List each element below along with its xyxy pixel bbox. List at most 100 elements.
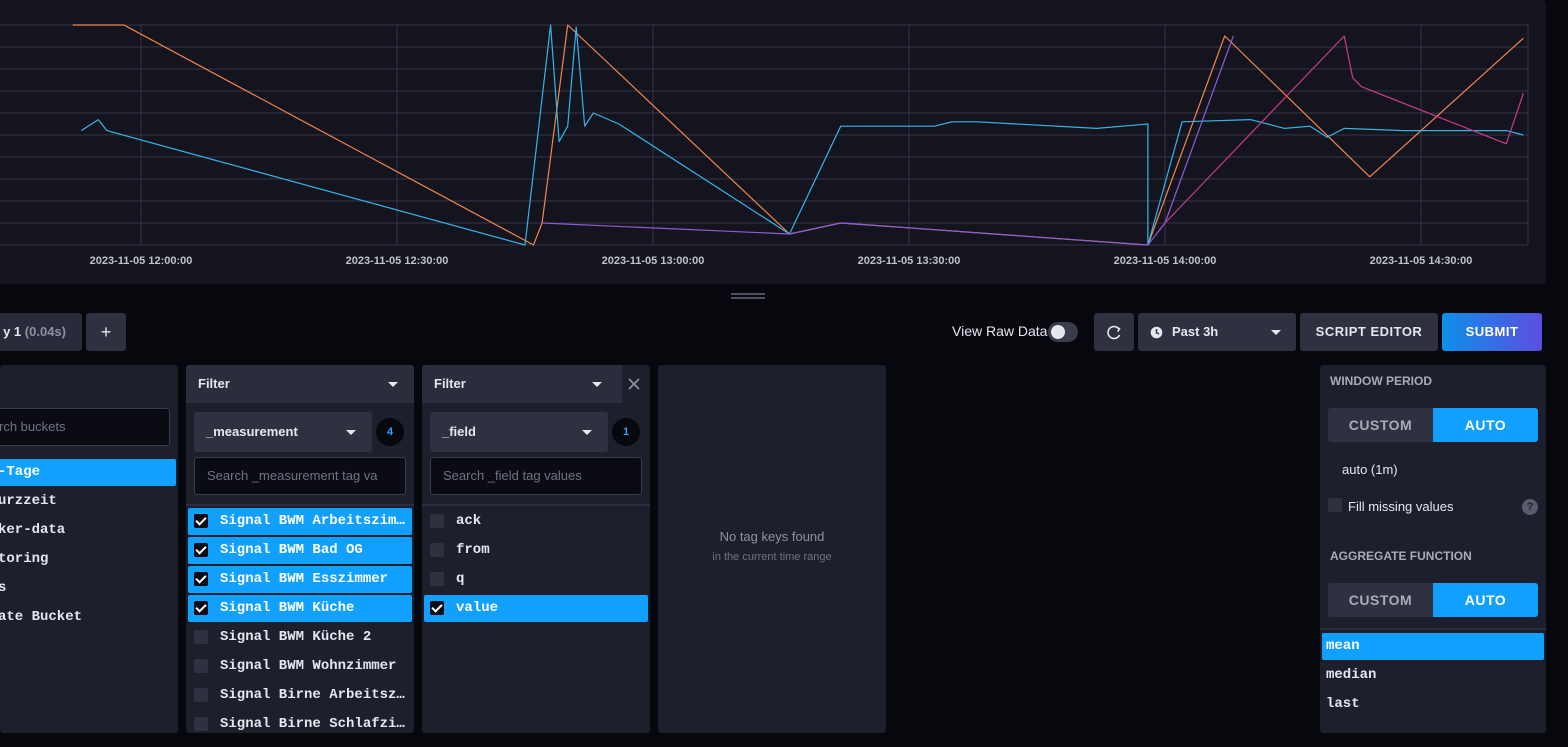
field-search-input[interactable]: Search _field tag values (430, 457, 642, 495)
measurement-key-dropdown[interactable]: _measurement (194, 412, 372, 452)
aggregate-function-title: AGGREGATE FUNCTION (1330, 549, 1472, 563)
measurement-key-label: _measurement (206, 424, 298, 439)
refresh-button[interactable] (1094, 313, 1134, 351)
close-icon[interactable] (627, 377, 641, 391)
bucket-item[interactable]: s (0, 575, 176, 602)
x-tick-label: 2023-11-05 14:30:00 (1370, 255, 1473, 267)
bucket-item[interactable]: urzzeit (0, 488, 176, 515)
add-query-button[interactable]: + (86, 313, 126, 351)
filter-title: Filter (198, 376, 230, 391)
divider (186, 504, 414, 506)
filter-title: Filter (434, 376, 466, 391)
checkbox[interactable] (194, 630, 208, 644)
empty-title: No tag keys found (719, 529, 825, 544)
checkbox[interactable] (194, 717, 208, 731)
filter-header[interactable]: Filter (422, 365, 622, 403)
fill-missing-label: Fill missing values (1348, 499, 1454, 514)
check-icon (431, 601, 443, 613)
window-auto-button[interactable]: AUTO (1433, 408, 1538, 442)
chevron-down-icon (346, 430, 356, 435)
measurement-value-item[interactable]: Signal BWM Arbeitszim… (188, 508, 412, 535)
window-custom-button[interactable]: CUSTOM (1328, 408, 1433, 442)
field-key-label: _field (442, 424, 476, 439)
window-period-title: WINDOW PERIOD (1330, 374, 1432, 388)
aggregate-function-item[interactable]: mean (1322, 633, 1544, 660)
bucket-item[interactable]: toring (0, 546, 176, 573)
field-value-item-label: q (456, 571, 465, 587)
bucket-item[interactable]: ate Bucket (0, 604, 176, 631)
aggregate-auto-button[interactable]: AUTO (1433, 583, 1538, 617)
field-value-item[interactable]: ack (424, 508, 648, 535)
x-tick-label: 2023-11-05 13:30:00 (858, 255, 961, 267)
check-icon (195, 601, 207, 613)
measurement-value-item-label: Signal BWM Wohnzimmer (220, 658, 397, 674)
fill-missing-checkbox[interactable] (1328, 498, 1342, 512)
field-value-item-label: ack (456, 513, 482, 529)
query-tab[interactable]: y 1 (0.04s) (0, 313, 82, 351)
checkbox[interactable] (430, 514, 444, 528)
divider (1320, 628, 1546, 630)
measurement-filter-card: Filter _measurement 4 Search _measuremen… (186, 365, 414, 733)
x-tick-label: 2023-11-05 13:00:00 (602, 255, 705, 267)
measurement-value-item[interactable]: Signal BWM Bad OG (188, 537, 412, 564)
bucket-search-input[interactable]: rch buckets (0, 408, 170, 446)
aggregate-custom-button[interactable]: CUSTOM (1328, 583, 1433, 617)
chevron-down-icon (1271, 330, 1281, 335)
measurement-value-item[interactable]: Signal BWM Küche 2 (188, 624, 412, 651)
field-value-item-label: from (456, 542, 490, 558)
view-raw-data-toggle[interactable] (1048, 322, 1078, 342)
chevron-down-icon (388, 382, 398, 387)
divider (422, 504, 650, 506)
field-value-item[interactable]: value (424, 595, 648, 622)
field-filter-card: Filter _field 1 Search _field tag values… (422, 365, 650, 733)
measurement-value-item[interactable]: Signal BWM Esszimmer (188, 566, 412, 593)
measurement-value-item-label: Signal Birne Schlafzi… (220, 716, 405, 732)
aggregate-panel: WINDOW PERIOD CUSTOM AUTO auto (1m) Fill… (1320, 365, 1546, 733)
chevron-down-icon (592, 382, 602, 387)
bucket-item[interactable]: -Tage (0, 459, 176, 486)
checkbox[interactable] (194, 659, 208, 673)
aggregate-function-item[interactable]: median (1322, 662, 1544, 689)
checkbox-checked[interactable] (194, 543, 208, 557)
checkbox[interactable] (430, 543, 444, 557)
measurement-search-input[interactable]: Search _measurement tag va (194, 457, 406, 495)
submit-button[interactable]: SUBMIT (1442, 313, 1542, 351)
field-key-dropdown[interactable]: _field (430, 412, 608, 452)
checkbox[interactable] (194, 688, 208, 702)
field-value-item-label: value (456, 600, 499, 616)
checkbox-checked[interactable] (430, 601, 444, 615)
window-auto-value: auto (1m) (1342, 462, 1398, 477)
measurement-value-item-label: Signal Birne Arbeitsz… (220, 687, 405, 703)
query-tab-time: (0.04s) (24, 324, 66, 339)
time-range-label: Past 3h (1172, 324, 1219, 339)
checkbox-checked[interactable] (194, 601, 208, 615)
checkbox[interactable] (430, 572, 444, 586)
checkbox-checked[interactable] (194, 514, 208, 528)
script-editor-button[interactable]: SCRIPT EDITOR (1300, 313, 1438, 351)
aggregate-function-item[interactable]: last (1322, 691, 1544, 718)
help-icon[interactable]: ? (1522, 499, 1538, 515)
selected-count-badge: 1 (612, 418, 640, 446)
measurement-value-item[interactable]: Signal Birne Arbeitsz… (188, 682, 412, 709)
x-tick-label: 2023-11-05 14:00:00 (1114, 255, 1217, 267)
query-tab-label: y 1 (3, 324, 22, 339)
bucket-item[interactable]: ker-data (0, 517, 176, 544)
measurement-value-item-label: Signal BWM Bad OG (220, 542, 363, 558)
measurement-value-item[interactable]: Signal BWM Wohnzimmer (188, 653, 412, 680)
filter-header[interactable]: Filter (186, 365, 414, 403)
line-chart[interactable]: 2023-11-05 12:00:00 2023-11-05 12:30:00 20… (0, 0, 1546, 284)
checkbox-checked[interactable] (194, 572, 208, 586)
field-value-item[interactable]: q (424, 566, 648, 593)
view-raw-data-label: View Raw Data (952, 323, 1048, 339)
series-line (1164, 35, 1524, 224)
buckets-card: rch buckets -Tage urzzeit ker-data toring s a… (0, 365, 178, 733)
measurement-value-item[interactable]: Signal Birne Schlafzi… (188, 711, 412, 738)
field-value-item[interactable]: from (424, 537, 648, 564)
toggle-knob (1051, 325, 1065, 339)
resize-handle[interactable] (731, 293, 765, 299)
empty-tag-card: No tag keys found in the current time ra… (658, 365, 886, 733)
measurement-value-item[interactable]: Signal BWM Küche (188, 595, 412, 622)
refresh-icon (1107, 325, 1121, 340)
time-range-dropdown[interactable]: Past 3h (1138, 313, 1296, 351)
measurement-value-item-label: Signal BWM Arbeitszim… (220, 513, 405, 529)
